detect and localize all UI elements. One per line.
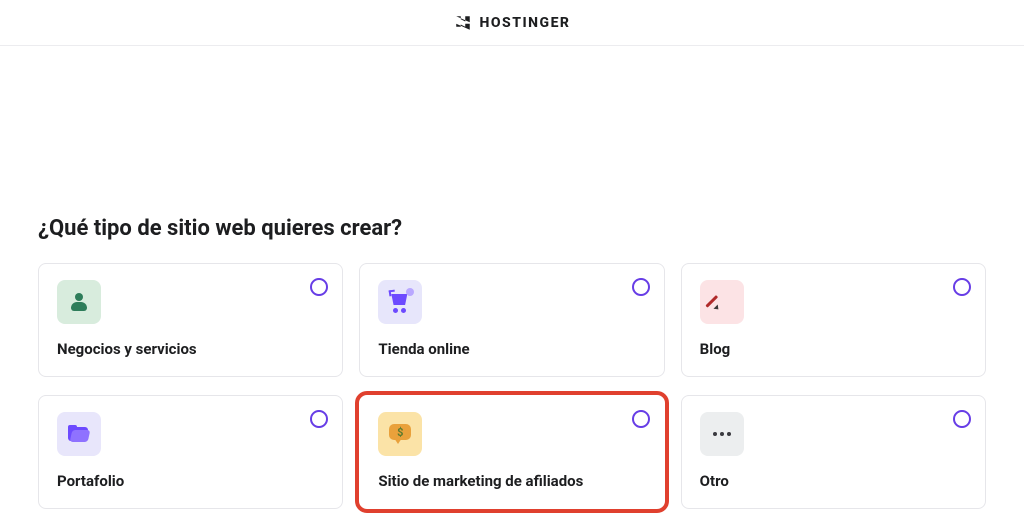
- brand-name: HOSTINGER: [480, 15, 571, 31]
- pencil-icon: [700, 280, 744, 324]
- brand-mark-icon: [454, 14, 472, 32]
- option-business[interactable]: Negocios y servicios: [38, 263, 343, 377]
- main-content: ¿Qué tipo de sitio web quieres crear? Ne…: [0, 216, 1024, 509]
- brand-logo: HOSTINGER: [454, 14, 571, 32]
- radio-unchecked-icon[interactable]: [310, 278, 328, 296]
- option-label: Sitio de marketing de afiliados: [378, 472, 645, 490]
- option-store[interactable]: Tienda online: [359, 263, 664, 377]
- option-label: Otro: [700, 472, 967, 490]
- question-heading: ¿Qué tipo de sitio web quieres crear?: [38, 216, 986, 241]
- option-other[interactable]: Otro: [681, 395, 986, 509]
- option-label: Negocios y servicios: [57, 340, 324, 358]
- option-portfolio[interactable]: Portafolio: [38, 395, 343, 509]
- dots-icon: [700, 412, 744, 456]
- radio-unchecked-icon[interactable]: [632, 410, 650, 428]
- person-icon: [57, 280, 101, 324]
- chat-dollar-icon: $: [378, 412, 422, 456]
- cart-icon: [378, 280, 422, 324]
- option-blog[interactable]: Blog: [681, 263, 986, 377]
- radio-unchecked-icon[interactable]: [953, 410, 971, 428]
- option-label: Portafolio: [57, 472, 324, 490]
- option-affiliate[interactable]: $ Sitio de marketing de afiliados: [359, 395, 664, 509]
- radio-unchecked-icon[interactable]: [953, 278, 971, 296]
- option-label: Tienda online: [378, 340, 645, 358]
- option-label: Blog: [700, 340, 967, 358]
- website-type-grid: Negocios y servicios Tienda online Blog …: [38, 263, 986, 509]
- radio-unchecked-icon[interactable]: [310, 410, 328, 428]
- folder-icon: [57, 412, 101, 456]
- radio-unchecked-icon[interactable]: [632, 278, 650, 296]
- header: HOSTINGER: [0, 0, 1024, 46]
